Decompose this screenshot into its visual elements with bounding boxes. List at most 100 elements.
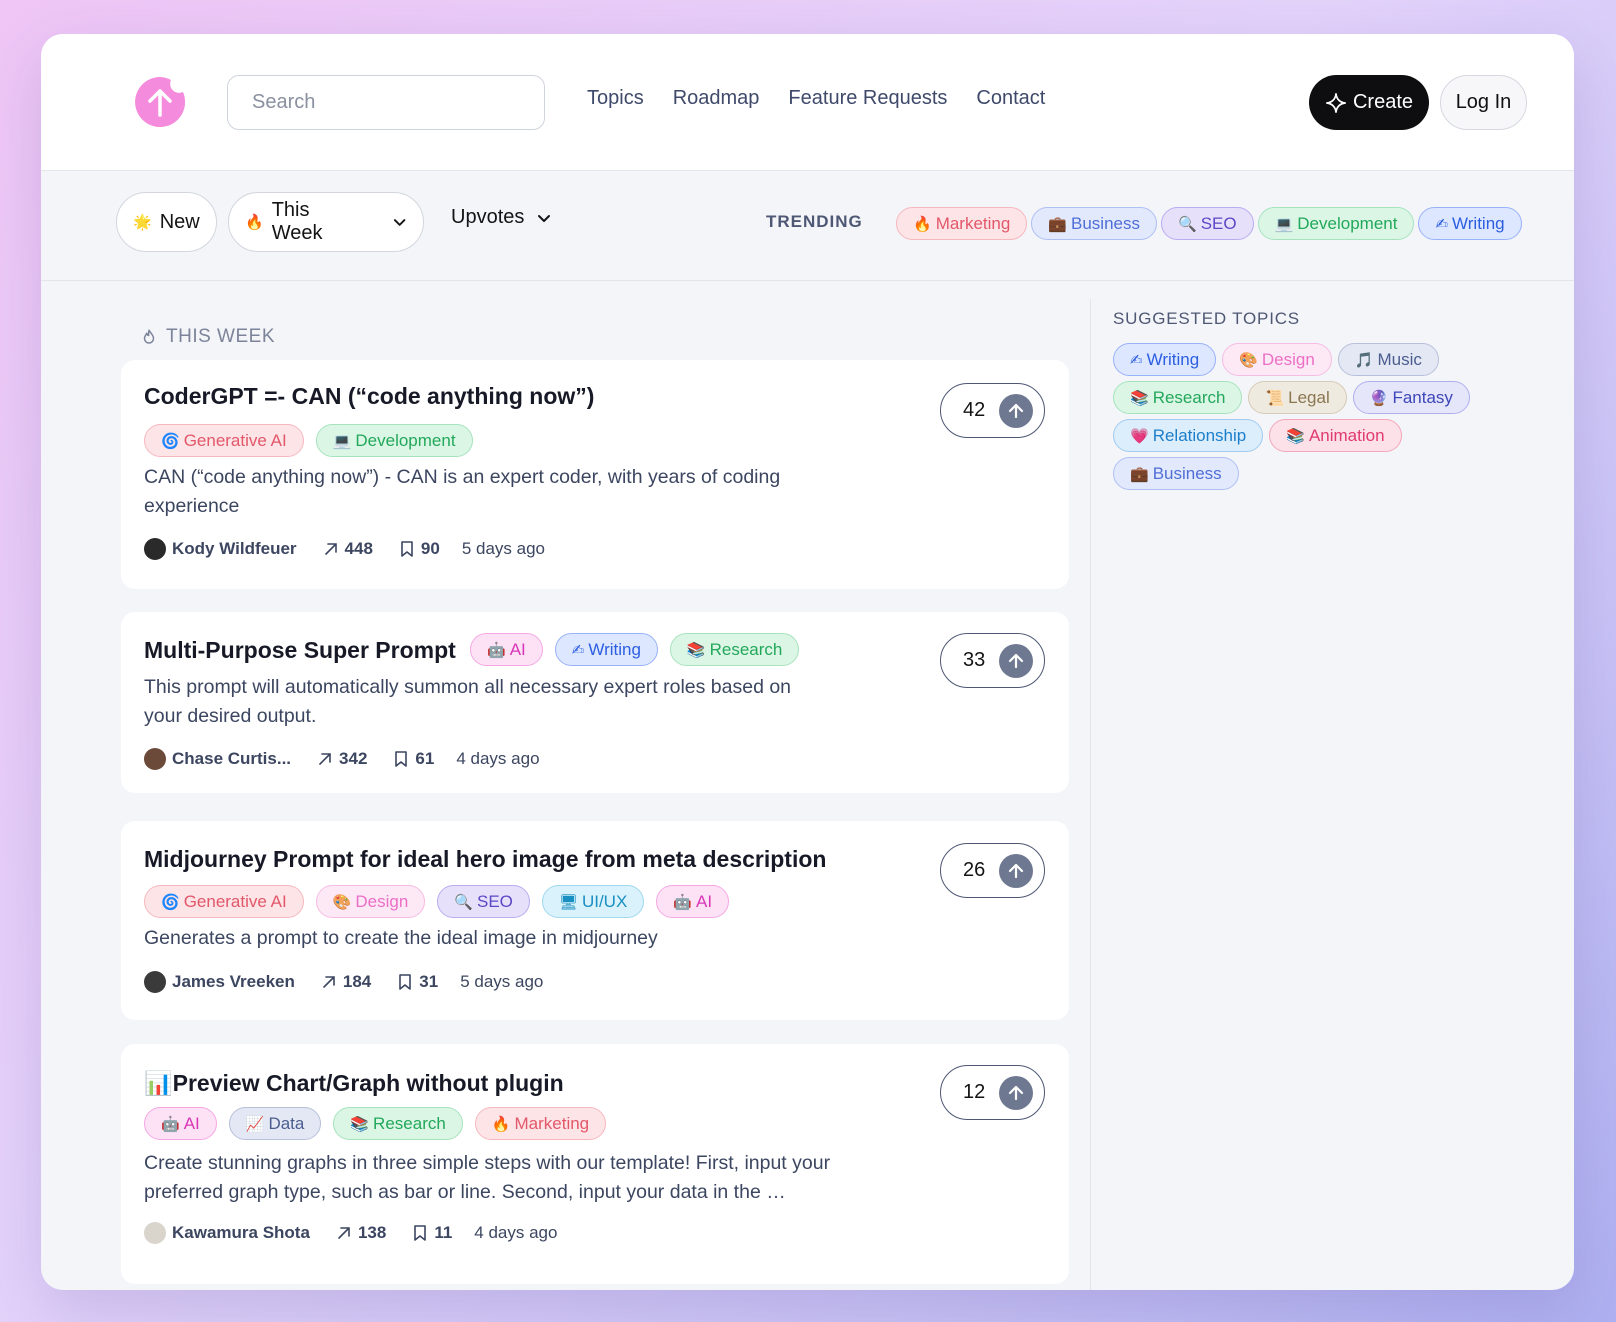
post-title[interactable]: 📊Preview Chart/Graph without plugin [144, 1070, 564, 1097]
save-count[interactable]: 61 [393, 749, 434, 769]
create-button[interactable]: Create [1309, 75, 1429, 130]
search-input[interactable] [227, 75, 545, 130]
post-card[interactable]: Multi-Purpose Super Prompt 🤖 AI ✍ Writing 📚 Re… [121, 612, 1069, 793]
section-label: THIS WEEK [140, 326, 275, 348]
sort-dropdown[interactable]: Upvotes [451, 206, 552, 229]
post-tag[interactable]: 🤖 AI [144, 1107, 217, 1140]
post-meta: Kody Wildfeuer 448 90 5 days ago [144, 538, 545, 560]
tag-emoji-icon: 📜 [1265, 388, 1285, 407]
nav-feature-requests[interactable]: Feature Requests [788, 87, 947, 110]
vote-count: 33 [963, 649, 986, 671]
bookmark-icon [395, 751, 408, 767]
suggested-topic-tag[interactable]: 🎵 Music [1337, 343, 1439, 376]
post-tag[interactable]: 🖥 UI/UX [541, 885, 645, 918]
suggested-topic-tag[interactable]: 📜 Legal [1248, 381, 1347, 414]
save-count[interactable]: 90 [399, 539, 440, 559]
tag-emoji-icon: 💻 [1274, 214, 1294, 233]
post-tag[interactable]: 🎨 Design [315, 885, 426, 918]
post-tag[interactable]: 📈 Data [228, 1107, 322, 1140]
post-card[interactable]: Midjourney Prompt for ideal hero image f… [121, 821, 1069, 1020]
author-name[interactable]: Chase Curtis... [172, 749, 291, 769]
tag-label: Music [1377, 349, 1422, 369]
filter-new-button[interactable]: 🌟 New [116, 192, 217, 252]
save-count[interactable]: 31 [397, 972, 438, 992]
vote-count: 42 [963, 399, 986, 421]
post-tag[interactable]: 🔥 Marketing [474, 1107, 607, 1140]
suggested-topic-tag[interactable]: 💼 Business [1113, 457, 1239, 490]
tag-label: Data [268, 1113, 305, 1133]
tag-label: Development [1297, 213, 1398, 233]
trending-tag[interactable]: 🔥 Marketing [896, 207, 1028, 240]
arrow-up-icon [999, 643, 1034, 678]
avatar[interactable] [144, 971, 166, 993]
bookmark-icon [399, 974, 412, 990]
upvote-button[interactable]: 42 [940, 383, 1045, 438]
arrow-up-right-icon [338, 1227, 350, 1239]
post-tag[interactable]: 🌀 Generative AI [144, 424, 304, 457]
post-title[interactable]: Multi-Purpose Super Prompt [144, 637, 456, 664]
post-card[interactable]: 📊Preview Chart/Graph without plugin 🤖 AI 📈 D… [121, 1044, 1069, 1284]
logo-icon[interactable] [133, 75, 187, 129]
tag-emoji-icon: 🔥 [491, 1114, 511, 1133]
post-time: 4 days ago [474, 1223, 558, 1242]
trending-tag[interactable]: 💻 Development [1257, 207, 1415, 240]
nav-roadmap[interactable]: Roadmap [673, 87, 760, 110]
post-card[interactable]: CoderGPT =- CAN (“code anything now”) 🌀 Ge… [121, 360, 1069, 589]
upvote-button[interactable]: 12 [940, 1065, 1045, 1120]
trending-tag[interactable]: 💼 Business [1031, 207, 1157, 240]
post-tag[interactable]: 📚 Research [669, 633, 800, 666]
suggested-topic-tag[interactable]: 📚 Research [1113, 381, 1243, 414]
avatar[interactable] [144, 1222, 166, 1244]
period-dropdown[interactable]: 🔥 This Week [228, 192, 424, 252]
tag-label: SEO [1200, 213, 1237, 233]
post-tag[interactable]: 🔍 SEO [437, 885, 530, 918]
tag-emoji-icon: 🔮 [1369, 388, 1389, 407]
nav-contact[interactable]: Contact [976, 87, 1045, 110]
tag-label: AI [695, 891, 713, 911]
tag-emoji-icon: 🔍 [454, 892, 473, 911]
save-count-value: 61 [415, 749, 435, 768]
upvote-button[interactable]: 33 [940, 633, 1045, 688]
tag-label: Writing [1146, 349, 1200, 369]
share-count-value: 184 [342, 972, 372, 991]
post-tag[interactable]: 🤖 AI [470, 633, 543, 666]
tag-label: Marketing [514, 1113, 590, 1133]
avatar[interactable] [144, 748, 166, 770]
arrow-up-icon [999, 393, 1034, 428]
post-tag[interactable]: ✍ Writing [554, 633, 658, 666]
suggested-topic-tag[interactable]: 📚 Animation [1269, 419, 1402, 452]
top-header: Topics Roadmap Feature Requests Contact … [41, 34, 1574, 171]
tag-label: Research [373, 1113, 446, 1133]
suggested-topic-tag[interactable]: ✍ Writing [1113, 343, 1217, 376]
trending-tag[interactable]: ✍ Writing [1418, 207, 1522, 240]
post-description: This prompt will automatically summon al… [144, 676, 792, 727]
tag-label: AI [183, 1113, 200, 1133]
post-tag[interactable]: 💻 Development [315, 424, 473, 457]
author-name[interactable]: Kawamura Shota [172, 1223, 310, 1243]
tag-label: Legal [1288, 387, 1330, 407]
suggested-topic-tag[interactable]: 🎨 Design [1222, 343, 1332, 376]
tag-emoji-icon: 🤖 [161, 1114, 180, 1133]
nav-topics[interactable]: Topics [587, 87, 644, 110]
suggested-topic-tag[interactable]: 💗 Relationship [1113, 419, 1264, 452]
author-name[interactable]: James Vreeken [172, 972, 295, 992]
post-tag[interactable]: 📚 Research [333, 1107, 463, 1140]
post-time: 5 days ago [461, 539, 546, 558]
tag-emoji-icon: 🌀 [161, 892, 180, 911]
post-title[interactable]: Midjourney Prompt for ideal hero image f… [144, 846, 826, 873]
login-button[interactable]: Log In [1440, 75, 1527, 130]
post-tag[interactable]: 🌀 Generative AI [144, 885, 304, 918]
tag-emoji-icon: 📈 [245, 1114, 265, 1133]
avatar[interactable] [144, 538, 166, 560]
star-icon: 🌟 [133, 213, 152, 231]
suggested-topic-tag[interactable]: 🔮 Fantasy [1352, 381, 1470, 414]
tag-emoji-icon: 🖥 [558, 892, 578, 911]
bookmark-icon [414, 1225, 427, 1241]
upvote-button[interactable]: 26 [940, 843, 1045, 898]
tag-label: AI [509, 639, 526, 659]
post-title[interactable]: CoderGPT =- CAN (“code anything now”) [144, 383, 594, 410]
save-count[interactable]: 11 [412, 1223, 452, 1243]
trending-tag[interactable]: 🔍 SEO [1161, 207, 1254, 240]
post-tag[interactable]: 🤖 AI [656, 885, 730, 918]
author-name[interactable]: Kody Wildfeuer [172, 539, 297, 559]
